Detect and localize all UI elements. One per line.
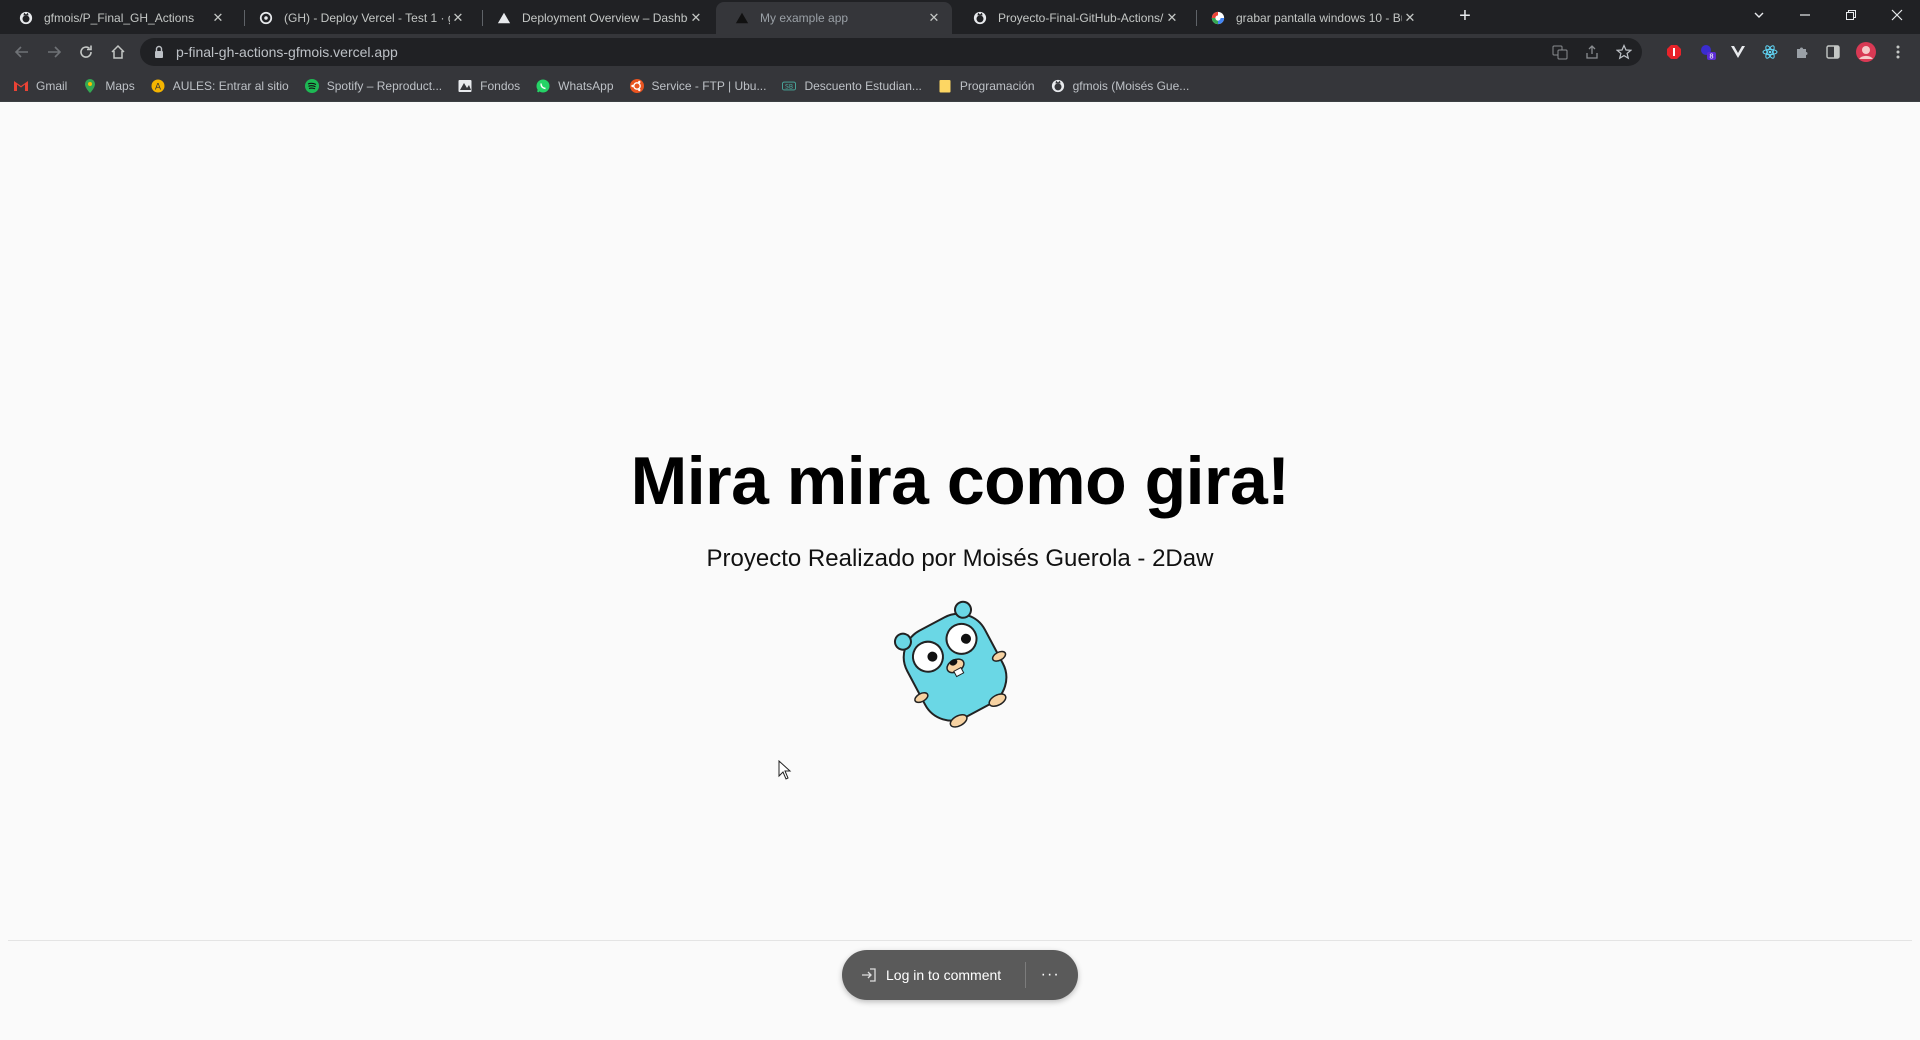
moodle-icon: A: [151, 79, 165, 93]
svg-text:SB: SB: [785, 83, 793, 90]
tab-title: (GH) - Deploy Vercel - Test 1 · gfmois: [284, 11, 450, 25]
bookmark-label: Descuento Estudian...: [804, 78, 922, 93]
bookmark-label: Maps: [105, 78, 135, 93]
new-tab-button[interactable]: +: [1454, 6, 1476, 28]
tab-6[interactable]: grabar pantalla windows 10 - Buscar ✕: [1192, 2, 1428, 34]
extensions-puzzle-icon[interactable]: [1792, 42, 1812, 62]
browser-menu-icon[interactable]: [1888, 42, 1908, 62]
tab-title: My example app: [760, 11, 849, 25]
bookmarks-bar: Gmail Maps A AULES: Entrar al sitio Spot…: [0, 70, 1920, 102]
login-to-comment-button[interactable]: Log in to comment: [842, 950, 1025, 1000]
tab-3[interactable]: Deployment Overview – Dashboard ✕: [478, 2, 714, 34]
github-icon: [258, 10, 274, 26]
adblock-extension-icon[interactable]: [1664, 42, 1684, 62]
bookmark-student-discount[interactable]: SB Descuento Estudian...: [782, 78, 922, 93]
tab-title: Proyecto-Final-GitHub-Actions/README: [998, 11, 1164, 25]
browser-toolbar: p-final-gh-actions-gfmois.vercel.app 8: [0, 34, 1920, 70]
tab-1[interactable]: gfmois/P_Final_GH_Actions ✕: [0, 2, 236, 34]
tab-4-active[interactable]: My example app ✕: [716, 2, 952, 34]
bookmark-fondos[interactable]: Fondos: [458, 79, 520, 93]
tab-2[interactable]: (GH) - Deploy Vercel - Test 1 · gfmois ✕: [240, 2, 476, 34]
bookmark-gmail[interactable]: Gmail: [14, 79, 67, 93]
home-icon: [111, 44, 125, 59]
address-bar[interactable]: p-final-gh-actions-gfmois.vercel.app: [140, 38, 1642, 66]
tab-search-button[interactable]: [1736, 0, 1782, 30]
bookmark-spotify[interactable]: Spotify – Reproduct...: [304, 78, 443, 93]
side-panel-icon[interactable]: [1823, 42, 1843, 62]
bookmark-label: Fondos: [480, 78, 521, 93]
comment-toolbar: Log in to comment ···: [842, 950, 1078, 1000]
reload-icon: [80, 45, 92, 58]
login-to-comment-label: Log in to comment: [886, 967, 1002, 983]
vercel-icon: [734, 10, 750, 26]
tab-strip: gfmois/P_Final_GH_Actions ✕ (GH) - Deplo…: [0, 0, 1920, 34]
forward-arrow-icon: [48, 46, 62, 58]
close-window-button[interactable]: [1874, 0, 1920, 30]
close-icon[interactable]: ✕: [1164, 10, 1180, 26]
tab-title: gfmois/P_Final_GH_Actions: [44, 11, 195, 25]
bookmark-label: Service - FTP | Ubu...: [651, 78, 767, 93]
github-icon: [1051, 79, 1065, 93]
page-viewport: Mira mira como gira! Proyecto Realizado …: [0, 102, 1920, 1040]
bookmark-programacion-folder[interactable]: Programación: [938, 79, 1035, 93]
vercel-icon: [496, 10, 512, 26]
ubuntu-icon: [629, 78, 644, 93]
bookmark-label: Spotify – Reproduct...: [326, 78, 443, 93]
page-headline: Mira mira como gira!: [630, 443, 1290, 519]
gmail-icon: [14, 79, 28, 93]
github-icon: [18, 10, 34, 26]
page-subtitle: Proyecto Realizado por Moisés Guerola - …: [706, 545, 1214, 572]
folder-icon: [938, 79, 952, 93]
svg-text:A: A: [155, 82, 162, 92]
translate-icon[interactable]: [1552, 38, 1568, 66]
google-icon: [1210, 10, 1226, 26]
bookmark-aules[interactable]: A AULES: Entrar al sitio: [151, 79, 289, 93]
login-arrow-icon: [862, 968, 876, 982]
more-options-icon: ···: [1040, 966, 1060, 983]
footer-divider: [8, 940, 1912, 941]
extension-badge-icon[interactable]: 8: [1698, 42, 1718, 62]
bookmark-label: Gmail: [36, 78, 68, 93]
forward-button[interactable]: [42, 40, 66, 64]
bookmark-gfmois-github[interactable]: gfmois (Moisés Gue...: [1051, 78, 1190, 93]
more-options-button[interactable]: ···: [1026, 950, 1074, 1000]
whatsapp-icon: [536, 79, 550, 93]
bookmark-label: gfmois (Moisés Gue...: [1072, 78, 1190, 93]
back-button[interactable]: [10, 40, 34, 64]
tab-title: grabar pantalla windows 10 - Buscar: [1236, 11, 1402, 25]
mouse-cursor-icon: [778, 760, 792, 780]
profile-avatar[interactable]: [1856, 42, 1876, 62]
bookmark-label: Programación: [959, 78, 1035, 93]
close-icon[interactable]: ✕: [450, 10, 466, 26]
bookmark-label: AULES: Entrar al sitio: [172, 78, 289, 93]
close-icon[interactable]: ✕: [210, 10, 226, 26]
lock-icon: [155, 45, 163, 58]
bookmark-whatsapp[interactable]: WhatsApp: [536, 78, 614, 93]
extension-badge-count: 8: [1709, 53, 1713, 61]
close-icon[interactable]: ✕: [1402, 10, 1418, 26]
spotify-icon: [304, 78, 319, 93]
react-extension-icon[interactable]: [1760, 42, 1780, 62]
share-icon[interactable]: [1584, 38, 1600, 66]
bookmark-label: WhatsApp: [558, 78, 614, 93]
bookmark-maps[interactable]: Maps: [83, 78, 135, 93]
github-icon: [972, 10, 988, 26]
close-icon[interactable]: ✕: [926, 10, 942, 26]
restore-button[interactable]: [1828, 0, 1874, 30]
wallpaper-icon: [458, 79, 472, 93]
gopher-mascot-image: [893, 600, 1008, 728]
home-button[interactable]: [106, 40, 130, 64]
back-arrow-icon: [14, 46, 28, 58]
reload-button[interactable]: [74, 40, 98, 64]
bookmark-ubuntu-ftp[interactable]: Service - FTP | Ubu...: [629, 78, 767, 93]
student-icon: SB: [782, 79, 797, 93]
close-icon[interactable]: ✕: [688, 10, 704, 26]
vuejs-extension-icon[interactable]: [1728, 42, 1748, 62]
bookmark-star-icon[interactable]: [1616, 38, 1632, 66]
tab-title: Deployment Overview – Dashboard: [522, 11, 688, 25]
address-url: p-final-gh-actions-gfmois.vercel.app: [176, 44, 398, 60]
minimize-button[interactable]: [1782, 0, 1828, 30]
tab-5[interactable]: Proyecto-Final-GitHub-Actions/README ✕: [954, 2, 1190, 34]
maps-icon: [83, 78, 97, 93]
